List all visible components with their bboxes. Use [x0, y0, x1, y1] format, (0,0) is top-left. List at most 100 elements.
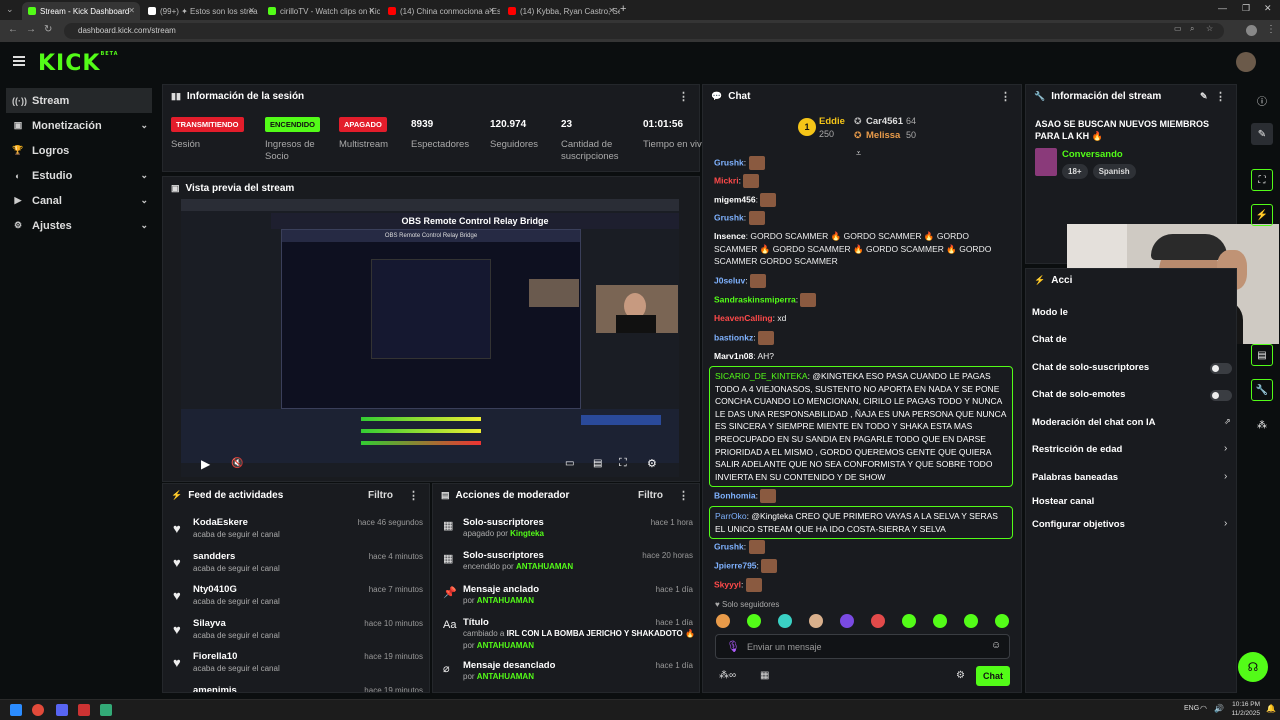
- sidebar-item-money[interactable]: ▣ Monetización ⌄: [0, 113, 158, 138]
- feed-username[interactable]: amenimis: [193, 685, 237, 693]
- stream-tag[interactable]: Spanish: [1092, 164, 1136, 179]
- feed-username[interactable]: sandders: [193, 551, 235, 562]
- action-item[interactable]: Restricción de edad: [1032, 444, 1122, 455]
- chat-more-icon[interactable]: ⋮: [1000, 90, 1011, 103]
- mod-action-user[interactable]: IRL CON LA BOMBA JERICHO Y SHAKADOTO 🔥: [507, 629, 695, 638]
- users-icon[interactable]: ⁂: [1251, 414, 1273, 436]
- volume-icon[interactable]: 🔊: [1214, 704, 1224, 713]
- stream-info-more-icon[interactable]: ⋮: [1215, 90, 1226, 103]
- feed-username[interactable]: KodaEskere: [193, 517, 248, 528]
- close-window-icon[interactable]: ✕: [1264, 3, 1272, 14]
- highlight-username[interactable]: SICARIO_DE_KINTEKA: [715, 371, 808, 381]
- user-avatar[interactable]: [1236, 52, 1256, 72]
- stream-preview-video[interactable]: OBS Remote Control Relay Bridge OBS Remo…: [181, 199, 679, 477]
- chat-username[interactable]: J0seluv: [714, 275, 745, 285]
- chevron-down-icon[interactable]: ⌄: [140, 195, 148, 206]
- notification-icon[interactable]: 🔔: [1266, 704, 1276, 713]
- quick-emote-icon[interactable]: [995, 614, 1009, 628]
- sidebar-item-studio[interactable]: ◐ Estudio ⌄: [0, 163, 158, 188]
- chat-username[interactable]: Jpierre795: [714, 560, 757, 570]
- chevron-right-icon[interactable]: ›: [1224, 471, 1227, 482]
- quick-emote-icon[interactable]: [933, 614, 947, 628]
- chat-input-placeholder[interactable]: Enviar un mensaje: [747, 642, 822, 652]
- tab-close-icon[interactable]: ✕: [248, 6, 255, 15]
- action-item[interactable]: Chat de solo-emotes: [1032, 389, 1125, 400]
- tab-search-icon[interactable]: ⌄: [6, 4, 14, 15]
- pencil-icon[interactable]: ✎: [1251, 123, 1273, 145]
- leader-second-name[interactable]: Car4561: [866, 116, 903, 127]
- bolt-rail-icon[interactable]: ⚡: [1251, 204, 1273, 226]
- browser-tab[interactable]: (14) Kybba, Ryan Castro, Sean P✕: [502, 2, 620, 20]
- mod-action-user[interactable]: ANTAHUAMAN: [477, 641, 534, 650]
- chat-username[interactable]: Insence: [714, 231, 746, 241]
- chat-input-box[interactable]: 🎙 Enviar un mensaje ☺: [715, 634, 1010, 659]
- quick-emote-icon[interactable]: [871, 614, 885, 628]
- edit-icon[interactable]: ✎: [1200, 91, 1208, 102]
- quick-emote-icon[interactable]: [778, 614, 792, 628]
- chat-send-button[interactable]: Chat: [976, 666, 1010, 686]
- language-indicator[interactable]: ENG: [1184, 705, 1199, 712]
- maximize-icon[interactable]: ❐: [1242, 3, 1250, 14]
- action-item[interactable]: Configurar objetivos: [1032, 519, 1125, 530]
- action-item[interactable]: Modo le: [1032, 307, 1068, 318]
- tab-close-icon[interactable]: ✕: [608, 6, 615, 15]
- action-item[interactable]: Palabras baneadas: [1032, 472, 1118, 483]
- quick-emote-icon[interactable]: [716, 614, 730, 628]
- chevron-down-icon[interactable]: ⌄: [140, 170, 148, 181]
- store-icon[interactable]: ▦: [760, 670, 769, 681]
- sidebar-item-settings[interactable]: ⚙ Ajustes ⌄: [0, 213, 158, 238]
- chrome-icon[interactable]: [32, 704, 44, 716]
- mute-icon[interactable]: 🔇: [231, 458, 243, 469]
- support-chat-button[interactable]: ☊: [1238, 652, 1268, 682]
- info-icon[interactable]: ⓘ: [1251, 89, 1273, 111]
- browser-menu-icon[interactable]: ⋮: [1266, 24, 1276, 35]
- notepad-icon[interactable]: [100, 704, 112, 716]
- chat-username[interactable]: Sandraskinsmiperra: [714, 294, 796, 304]
- chat-username[interactable]: Grushk: [714, 157, 744, 167]
- sidebar-item-channel[interactable]: ▶ Canal ⌄: [0, 188, 158, 213]
- chevron-down-icon[interactable]: ⌄: [140, 120, 148, 131]
- feed-username[interactable]: Nty0410G: [193, 584, 237, 595]
- tab-close-icon[interactable]: ✕: [488, 6, 495, 15]
- browser-tab[interactable]: Stream - Kick Dashboard ✕: [22, 2, 140, 20]
- chat-username[interactable]: migem456: [714, 194, 756, 204]
- mod-action-user[interactable]: Kingteka: [510, 529, 544, 538]
- clock-date[interactable]: 11/2/2025: [1230, 710, 1260, 717]
- discord-icon[interactable]: [56, 704, 68, 716]
- feed-item[interactable]: ♥ Fiorella10 acaba de seguir el canal hace …: [171, 651, 423, 685]
- pip-icon[interactable]: ▭: [565, 458, 574, 469]
- player-settings-icon[interactable]: ⚙: [647, 457, 657, 470]
- mod-filter-button[interactable]: Filtro: [638, 490, 663, 501]
- feed-item[interactable]: ♥ Silayva acaba de seguir el canal hace 10 …: [171, 618, 423, 652]
- start-icon[interactable]: [10, 704, 22, 716]
- feed-more-icon[interactable]: ⋮: [408, 489, 419, 502]
- cast-icon[interactable]: ▭: [1174, 24, 1182, 33]
- feed-item[interactable]: ♥ KodaEskere acaba de seguir el canal hace …: [171, 517, 423, 551]
- quick-emote-icon[interactable]: [809, 614, 823, 628]
- sidebar-item-trophy[interactable]: 🏆 Logros: [0, 138, 158, 163]
- chevron-right-icon[interactable]: ›: [1224, 443, 1227, 454]
- toggle-switch[interactable]: [1210, 363, 1232, 374]
- clip-icon[interactable]: ⛶: [1251, 169, 1273, 191]
- bookmark-star-icon[interactable]: ☆: [1206, 24, 1213, 33]
- mic-icon[interactable]: 🎙: [726, 640, 740, 653]
- play-icon[interactable]: ▶: [201, 457, 210, 471]
- feed-item[interactable]: ♥ sandders acaba de seguir el canal hace 4 …: [171, 551, 423, 585]
- feed-filter-button[interactable]: Filtro: [368, 490, 393, 501]
- url-field[interactable]: dashboard.kick.com/stream: [64, 23, 1224, 39]
- action-item[interactable]: Chat de solo-suscriptores: [1032, 362, 1149, 373]
- browser-tab[interactable]: (99+) ✦ Estos son los strea ✕: [142, 2, 260, 20]
- browser-tab[interactable]: cirilloTV - Watch clips on Kick ✕: [262, 2, 380, 20]
- back-icon[interactable]: ←: [8, 24, 18, 35]
- wrench-rail-icon[interactable]: 🔧: [1251, 379, 1273, 401]
- tab-close-icon[interactable]: ✕: [368, 6, 375, 15]
- emoji-icon[interactable]: ☺: [991, 640, 1001, 651]
- session-more-icon[interactable]: ⋮: [678, 90, 689, 103]
- stream-category[interactable]: Conversando: [1062, 149, 1123, 160]
- chevron-down-icon[interactable]: ⌄: [140, 220, 148, 231]
- mod-action-user[interactable]: ANTAHUAMAN: [477, 672, 534, 681]
- feed-item[interactable]: ♥ Nty0410G acaba de seguir el canal hace 7 …: [171, 584, 423, 618]
- quick-emote-icon[interactable]: [747, 614, 761, 628]
- theater-icon[interactable]: ▤: [593, 458, 602, 469]
- quick-emote-icon[interactable]: [964, 614, 978, 628]
